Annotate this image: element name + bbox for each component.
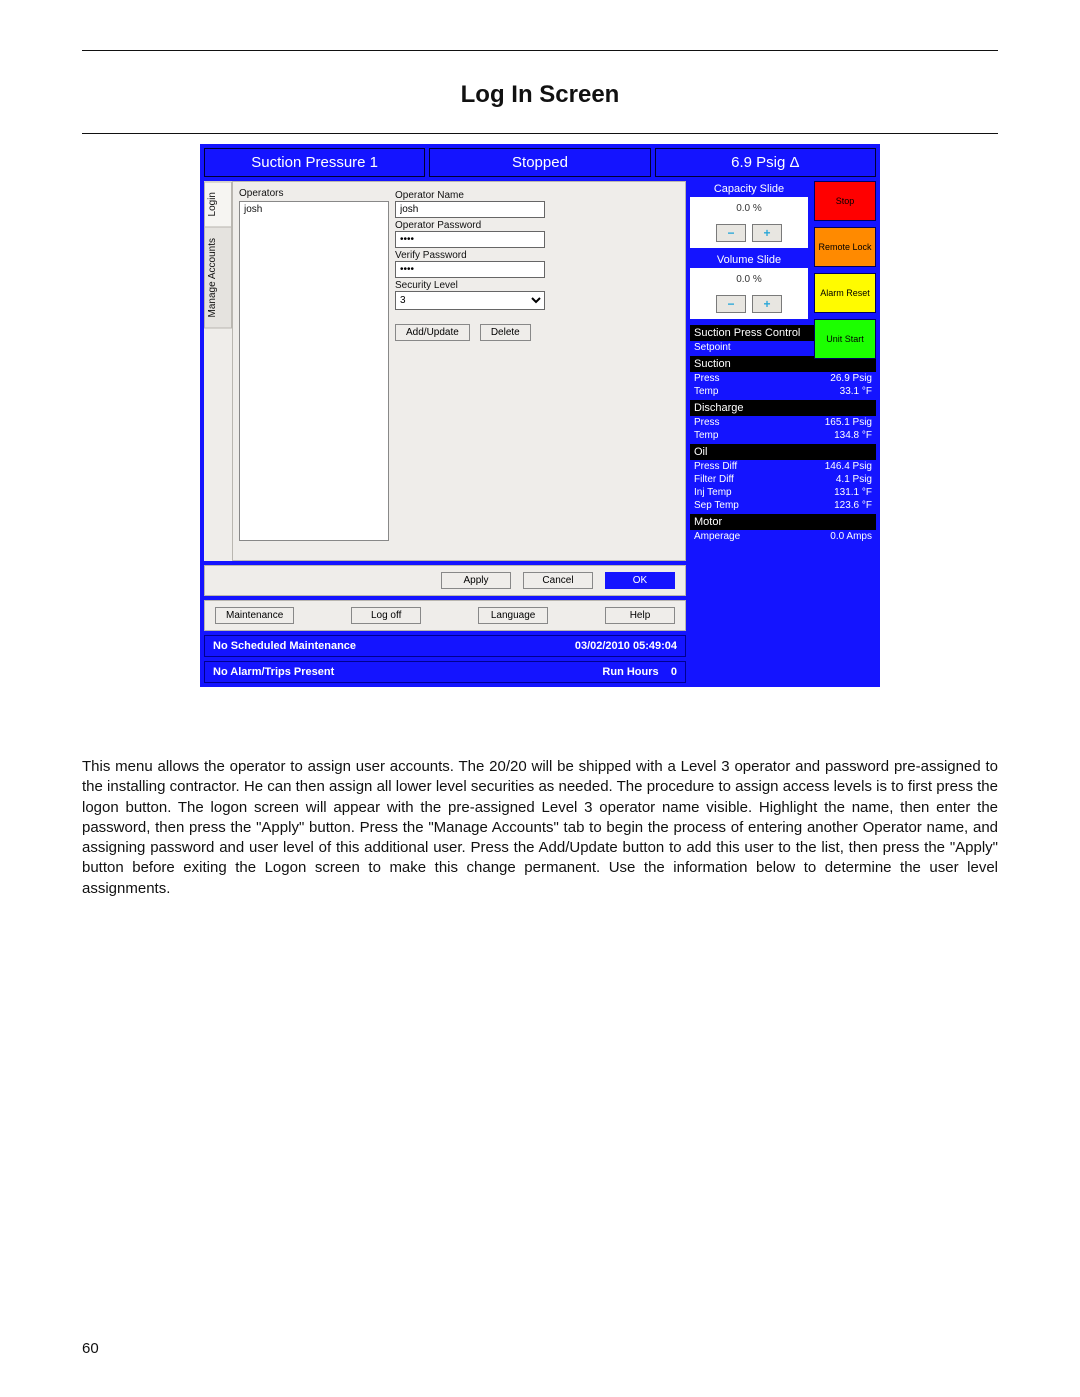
verify-password-input[interactable] [395, 261, 545, 278]
tab-manage-accounts[interactable]: Manage Accounts [204, 227, 232, 329]
maintenance-button[interactable]: Maintenance [215, 607, 294, 624]
add-update-button[interactable]: Add/Update [395, 324, 470, 341]
operator-name-label: Operator Name [395, 190, 679, 201]
operator-password-label: Operator Password [395, 220, 679, 231]
discharge-temp-label: Temp [694, 430, 718, 441]
discharge-press-value: 165.1 Psig [825, 417, 872, 428]
volume-decrease-button[interactable]: − [716, 295, 746, 313]
apply-button[interactable]: Apply [441, 572, 511, 589]
oil-pressdiff-label: Press Diff [694, 461, 737, 472]
verify-password-label: Verify Password [395, 250, 679, 261]
operators-list[interactable]: josh [239, 201, 389, 541]
oil-filterdiff-label: Filter Diff [694, 474, 734, 485]
tab-login[interactable]: Login [204, 181, 232, 227]
motor-header: Motor [690, 514, 876, 530]
status-suction-pressure: Suction Pressure 1 [204, 148, 425, 177]
volume-slide-value: 0.0 % [690, 268, 808, 295]
suction-press-value: 26.9 Psig [830, 373, 872, 384]
oil-pressdiff-value: 146.4 Psig [825, 461, 872, 472]
maintenance-status-bar: No Scheduled Maintenance 03/02/2010 05:4… [204, 635, 686, 657]
security-level-label: Security Level [395, 280, 679, 291]
ok-button[interactable]: OK [605, 572, 675, 589]
remote-lock-button[interactable]: Remote Lock [814, 227, 876, 267]
unit-start-button[interactable]: Unit Start [814, 319, 876, 359]
dialog-button-row: Apply Cancel OK [204, 565, 686, 596]
security-level-select[interactable]: 3 [395, 291, 545, 310]
operator-name-input[interactable] [395, 201, 545, 218]
capacity-slide-widget: Capacity Slide 0.0 % − + [690, 181, 808, 248]
capacity-slide-title: Capacity Slide [690, 181, 808, 197]
oil-injtemp-label: Inj Temp [694, 487, 732, 498]
spc-setpoint-label: Setpoint [694, 342, 731, 353]
oil-septemp-value: 123.6 °F [834, 500, 872, 511]
doc-title: Log In Screen [82, 81, 998, 109]
logoff-button[interactable]: Log off [351, 607, 421, 624]
run-hours-value: 0 [671, 666, 677, 678]
cancel-button[interactable]: Cancel [523, 572, 593, 589]
volume-increase-button[interactable]: + [752, 295, 782, 313]
suction-temp-label: Temp [694, 386, 718, 397]
discharge-press-label: Press [694, 417, 720, 428]
capacity-slide-value: 0.0 % [690, 197, 808, 224]
discharge-header: Discharge [690, 400, 876, 416]
suction-temp-value: 33.1 °F [840, 386, 872, 397]
operator-password-input[interactable] [395, 231, 545, 248]
delete-button[interactable]: Delete [480, 324, 531, 341]
oil-header: Oil [690, 444, 876, 460]
maintenance-status-text: No Scheduled Maintenance [213, 640, 356, 652]
status-datetime: 03/02/2010 05:49:04 [575, 640, 677, 652]
oil-injtemp-value: 131.1 °F [834, 487, 872, 498]
alarm-reset-button[interactable]: Alarm Reset [814, 273, 876, 313]
stop-button[interactable]: Stop [814, 181, 876, 221]
oil-filterdiff-value: 4.1 Psig [836, 474, 872, 485]
motor-amperage-label: Amperage [694, 531, 740, 542]
page-number: 60 [82, 1340, 99, 1357]
capacity-decrease-button[interactable]: − [716, 224, 746, 242]
status-run-state: Stopped [429, 148, 650, 177]
operator-item[interactable]: josh [244, 204, 384, 215]
capacity-increase-button[interactable]: + [752, 224, 782, 242]
alarm-status-bar: No Alarm/Trips Present Run Hours 0 [204, 661, 686, 683]
login-panel: Login Manage Accounts Operators josh Ope… [204, 181, 686, 561]
suction-press-label: Press [694, 373, 720, 384]
alarm-status-text: No Alarm/Trips Present [213, 666, 334, 678]
motor-amperage-value: 0.0 Amps [830, 531, 872, 542]
discharge-temp-value: 134.8 °F [834, 430, 872, 441]
help-button[interactable]: Help [605, 607, 675, 624]
language-button[interactable]: Language [478, 607, 548, 624]
volume-slide-widget: Volume Slide 0.0 % − + [690, 252, 808, 319]
status-psig-delta: 6.9 Psig Δ [655, 148, 876, 177]
hmi-screenshot: Suction Pressure 1 Stopped 6.9 Psig Δ Lo… [200, 144, 880, 687]
doc-paragraph: This menu allows the operator to assign … [82, 757, 998, 899]
oil-septemp-label: Sep Temp [694, 500, 739, 511]
run-hours-label: Run Hours [602, 666, 658, 678]
operators-header: Operators [239, 188, 389, 199]
volume-slide-title: Volume Slide [690, 252, 808, 268]
nav-button-row: Maintenance Log off Language Help [204, 600, 686, 631]
